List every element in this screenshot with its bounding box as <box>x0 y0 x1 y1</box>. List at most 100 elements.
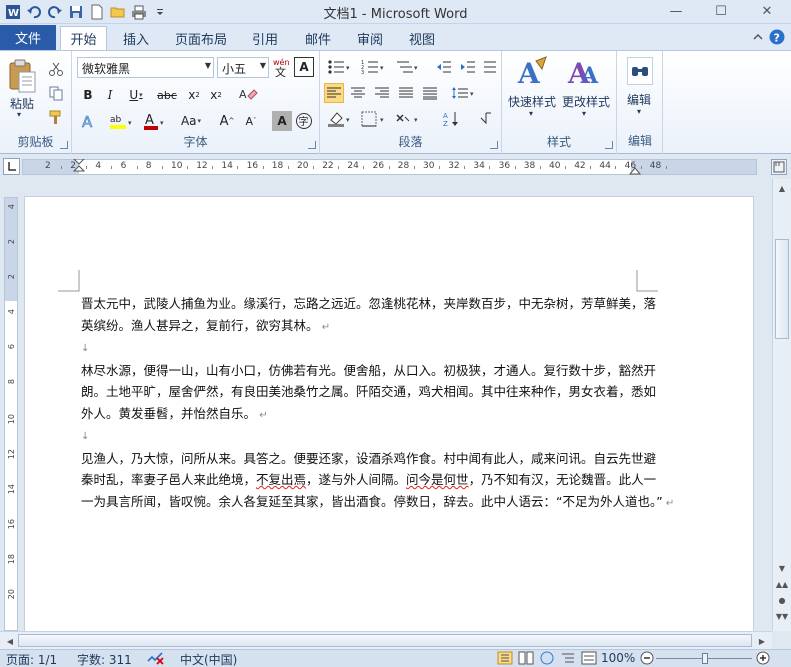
shrink-font-icon[interactable]: Aˇ <box>240 111 262 131</box>
horizontal-scrollbar[interactable]: ◀ ▶ <box>0 631 772 649</box>
next-page-icon[interactable]: ▼▼ <box>775 609 789 623</box>
phonetic-guide-icon[interactable]: wén 文 <box>272 57 292 77</box>
vertical-ruler[interactable]: 4 2 2 4 6 8 10 12 14 16 18 20 <box>4 197 18 631</box>
document-area[interactable]: 晋太元中，武陵人捕鱼为业。缘溪行，忘路之远近。忽逢桃花林，夹岸数百步，中无杂树，… <box>22 179 772 631</box>
page-count[interactable]: 页面: 1/1 <box>6 651 57 667</box>
edit-dropdown-icon[interactable]: ▾ <box>637 107 641 116</box>
bold-button[interactable]: B <box>78 85 98 105</box>
format-painter-icon[interactable] <box>46 107 66 127</box>
text-highlight-icon[interactable]: ab ▾ <box>108 111 136 131</box>
text-line[interactable]: 朗。土地平旷，屋舍俨然，有良田美池桑竹之属。阡陌交通，鸡犬相闻。其中往来种作，男… <box>81 381 656 403</box>
borders-icon[interactable]: ▾ <box>360 109 388 129</box>
asian-typography-icon[interactable]: ▾ <box>394 109 422 129</box>
font-size-combo[interactable]: 小五 ▼ <box>217 57 269 78</box>
italic-button[interactable]: I <box>100 85 120 105</box>
zoom-level[interactable]: 100% <box>601 651 635 665</box>
scroll-right-icon[interactable]: ▶ <box>755 634 769 648</box>
language-indicator[interactable]: 中文(中国) <box>180 651 237 667</box>
text-effects-icon[interactable]: A <box>78 111 102 131</box>
scroll-down-icon[interactable]: ▼ <box>775 561 789 575</box>
clear-formatting-icon[interactable]: A <box>237 85 259 105</box>
show-hide-marks-icon[interactable] <box>476 109 496 129</box>
vertical-scrollbar[interactable]: ▲ ▼ ▲▲ ● ▼▼ <box>772 179 791 631</box>
quick-styles-label[interactable]: 快速样式 <box>508 93 556 110</box>
quick-styles-dropdown-icon[interactable]: ▾ <box>529 109 533 118</box>
character-shading-icon[interactable]: A <box>272 111 292 131</box>
font-size-dropdown-icon[interactable]: ▼ <box>260 61 266 70</box>
print-layout-view-icon[interactable] <box>497 651 513 667</box>
change-styles-label[interactable]: 更改样式 <box>562 93 610 110</box>
word-count[interactable]: 字数: 311 <box>77 651 132 667</box>
character-border-icon[interactable]: A <box>294 57 314 77</box>
underline-button[interactable]: U ▾ <box>122 85 150 105</box>
font-launcher-icon[interactable] <box>308 141 316 149</box>
binoculars-icon[interactable] <box>627 57 653 85</box>
document-page[interactable]: 晋太元中，武陵人捕鱼为业。缘溪行，忘路之远近。忽逢桃花林，夹岸数百步，中无杂树，… <box>24 196 754 631</box>
font-name-combo[interactable]: 微软雅黑 ▼ <box>77 57 214 78</box>
text-line[interactable]: 一为具言所闻，皆叹惋。余人各复延至其家，皆出酒食。停数日，辞去。此中人语云：“不… <box>81 491 674 515</box>
change-case-icon[interactable]: Aa ▾ <box>176 111 206 131</box>
grow-font-icon[interactable]: A ^ <box>216 111 238 131</box>
document-text[interactable]: 晋太元中，武陵人捕鱼为业。缘溪行，忘路之远近。忽逢桃花林，夹岸数百步，中无杂树，… <box>81 293 674 515</box>
tab-stop-selector[interactable] <box>3 158 20 175</box>
font-name-dropdown-icon[interactable]: ▼ <box>205 61 211 70</box>
spelling-error-mark[interactable]: 不复出焉 <box>256 472 306 487</box>
change-styles-dropdown-icon[interactable]: ▾ <box>582 109 586 118</box>
web-layout-view-icon[interactable] <box>539 651 555 667</box>
align-left-button[interactable] <box>324 83 344 103</box>
tab-file[interactable]: 文件 <box>0 25 56 50</box>
line-spacing-icon[interactable]: ▾ <box>450 83 478 103</box>
indent-marker-icon[interactable] <box>73 159 85 175</box>
tab-view[interactable]: 视图 <box>400 27 444 50</box>
distributed-button[interactable] <box>420 83 440 103</box>
align-right-button[interactable] <box>372 83 392 103</box>
font-color-icon[interactable]: A ▾ <box>142 111 168 131</box>
tab-review[interactable]: 审阅 <box>348 27 392 50</box>
sort-icon[interactable]: AZ <box>442 109 462 129</box>
text-line[interactable]: 秦时乱，率妻子邑人来此绝境，不复出焉，遂与外人间隔。问今是何世，乃不知有汉，无论… <box>81 469 656 491</box>
zoom-out-icon[interactable] <box>640 651 654 667</box>
text-line[interactable]: 外人。黄发垂髫，并怡然自乐。 ↵ <box>81 403 641 427</box>
vertical-scroll-thumb[interactable] <box>775 239 789 339</box>
multilevel-list-icon[interactable]: ▾ <box>394 57 422 77</box>
scroll-up-icon[interactable]: ▲ <box>775 181 789 195</box>
text-line[interactable]: 英缤纷。渔人甚异之，复前行，欲穷其林。 ↵ <box>81 315 641 339</box>
chinese-layout-icon[interactable] <box>480 57 500 77</box>
numbering-icon[interactable]: 1 2 3 ▾ <box>360 57 388 77</box>
tab-home[interactable]: 开始 <box>60 26 107 50</box>
text-line[interactable]: 见渔人，乃大惊，问所从来。具答之。便要还家，设酒杀鸡作食。村中闻有此人，咸来问讯… <box>81 448 656 470</box>
increase-indent-icon[interactable] <box>458 57 478 77</box>
superscript-button[interactable]: x2 <box>206 85 226 105</box>
paste-label[interactable]: 粘贴 <box>10 95 34 112</box>
browse-object-icon[interactable]: ● <box>775 593 789 607</box>
full-screen-view-icon[interactable] <box>518 651 534 667</box>
clipboard-launcher-icon[interactable] <box>60 141 68 149</box>
minimize-button[interactable]: — <box>661 0 691 22</box>
styles-launcher-icon[interactable] <box>605 141 613 149</box>
shading-icon[interactable]: ▾ <box>326 109 354 129</box>
draft-view-icon[interactable] <box>581 651 597 667</box>
text-line[interactable]: 晋太元中，武陵人捕鱼为业。缘溪行，忘路之远近。忽逢桃花林，夹岸数百步，中无杂树，… <box>81 293 656 315</box>
paste-icon[interactable] <box>6 57 38 95</box>
tab-mailings[interactable]: 邮件 <box>296 27 340 50</box>
zoom-slider-thumb[interactable] <box>702 653 708 664</box>
subscript-button[interactable]: x2 <box>184 85 204 105</box>
outline-view-icon[interactable] <box>560 651 576 667</box>
tab-insert[interactable]: 插入 <box>112 27 160 50</box>
align-center-button[interactable] <box>348 83 368 103</box>
cut-icon[interactable] <box>46 59 66 79</box>
text-line[interactable]: 林尽水源，便得一山，山有小口，仿佛若有光。便舍船，从口入。初极狭，才通人。复行数… <box>81 360 656 382</box>
change-styles-icon[interactable]: AA <box>566 55 600 91</box>
edit-label[interactable]: 编辑 <box>627 91 651 108</box>
bullets-icon[interactable]: ▾ <box>326 57 354 77</box>
decrease-indent-icon[interactable] <box>434 57 454 77</box>
paste-dropdown-icon[interactable]: ▾ <box>17 110 21 119</box>
copy-icon[interactable] <box>46 83 66 103</box>
quick-styles-icon[interactable]: A <box>516 55 550 91</box>
proofing-icon[interactable] <box>146 650 166 667</box>
previous-page-icon[interactable]: ▲▲ <box>775 577 789 591</box>
enclose-characters-icon[interactable]: 字 <box>294 111 314 131</box>
strikethrough-button[interactable]: abc <box>154 85 180 105</box>
tab-page-layout[interactable]: 页面布局 <box>168 27 234 50</box>
close-button[interactable]: ✕ <box>752 0 782 22</box>
